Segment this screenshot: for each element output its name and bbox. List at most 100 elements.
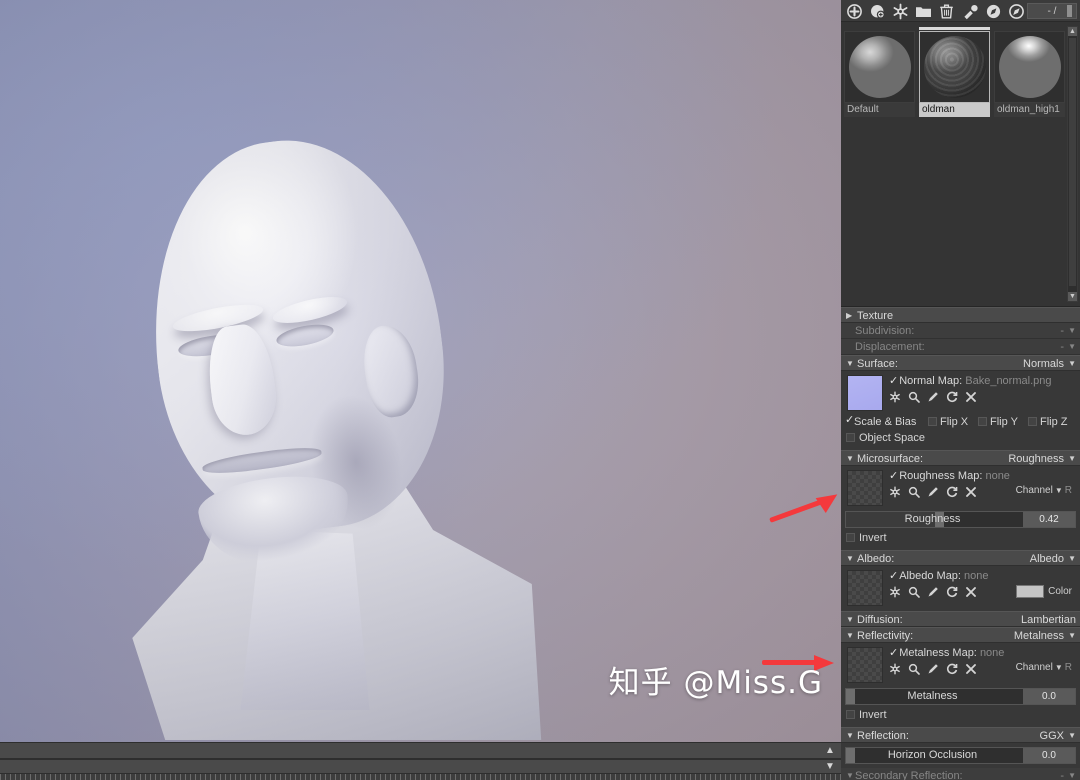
checkbox-label-scale-bias[interactable]: Scale & Bias [854, 414, 916, 430]
pencil-icon[interactable] [927, 485, 939, 497]
expand-triangle-icon[interactable]: ▶ [846, 308, 852, 324]
color-swatch[interactable] [1016, 585, 1045, 598]
section-mode[interactable]: Metalness [1014, 628, 1064, 644]
timeline-scroll-down-icon[interactable]: ▼ [823, 760, 837, 773]
pencil-icon[interactable] [927, 585, 939, 597]
timeline-ruler[interactable] [0, 774, 841, 780]
checkbox-flip-x[interactable] [928, 417, 937, 426]
level-slider-knob[interactable] [1067, 5, 1072, 17]
collapse-triangle-icon[interactable]: ▼ [846, 728, 854, 744]
clear-x-icon[interactable] [965, 485, 977, 497]
duplicate-material-icon[interactable] [869, 3, 886, 20]
settings-gear-icon[interactable] [892, 3, 909, 20]
clear-x-icon[interactable] [965, 662, 977, 674]
section-surface[interactable]: ▼ Surface: Normals ▼ [841, 355, 1080, 371]
material-card-default[interactable]: Default [844, 27, 915, 117]
checkbox-flip-z[interactable] [1028, 417, 1037, 426]
checkbox-invert-roughness[interactable] [846, 533, 855, 542]
section-texture[interactable]: ▶ Texture [841, 307, 1080, 323]
checkbox-invert-metalness[interactable] [846, 710, 855, 719]
3d-viewport[interactable]: 知乎 @Miss.G [0, 0, 841, 742]
section-mode[interactable]: Albedo [1030, 551, 1064, 567]
checkbox-label-invert[interactable]: Invert [859, 530, 887, 546]
chevron-down-icon[interactable]: ▼ [1068, 768, 1076, 780]
horizon-occlusion-slider[interactable]: Horizon Occlusion 0.0 [845, 747, 1076, 764]
pencil-icon[interactable] [927, 662, 939, 674]
slider-value[interactable]: 0.0 [1023, 748, 1075, 763]
browser-scrollbar[interactable]: ▲ ▼ [1067, 26, 1078, 302]
section-reflectivity[interactable]: ▼ Reflectivity: Metalness ▼ [841, 627, 1080, 643]
magnifier-icon[interactable] [908, 390, 920, 403]
chevron-down-icon[interactable]: ▼ [1068, 356, 1076, 372]
delete-trash-icon[interactable] [938, 3, 955, 20]
level-indicator[interactable]: - / [1027, 3, 1077, 19]
timeline-scroll-up-icon[interactable]: ▲ [823, 744, 837, 757]
section-reflection[interactable]: ▼ Reflection: GGX ▼ [841, 727, 1080, 743]
chevron-down-icon[interactable]: ▼ [1068, 551, 1076, 567]
reload-icon[interactable] [946, 662, 958, 675]
timeline-bar-primary[interactable] [0, 742, 841, 759]
head-sculpture-model[interactable] [60, 124, 580, 740]
metalness-map-thumbnail[interactable] [847, 647, 883, 683]
reload-icon[interactable] [946, 390, 958, 403]
timeline-bar-secondary[interactable] [0, 759, 841, 774]
section-albedo[interactable]: ▼ Albedo: Albedo ▼ [841, 550, 1080, 566]
collapse-triangle-icon[interactable]: ▼ [846, 451, 854, 467]
checkmark-icon[interactable]: ✓ [889, 647, 898, 659]
checkbox-label-flip-x[interactable]: Flip X [940, 414, 968, 430]
metalness-channel-selector[interactable]: Channel ▼ R [1016, 662, 1072, 673]
section-mode[interactable]: Lambertian [1021, 612, 1076, 628]
collapse-triangle-icon[interactable]: ▼ [846, 356, 854, 372]
scroll-down-icon[interactable]: ▼ [1068, 292, 1077, 301]
albedo-color-picker[interactable]: Color [1016, 585, 1072, 598]
roughness-channel-selector[interactable]: Channel ▼ R [1016, 485, 1072, 496]
chevron-down-icon[interactable]: ▼ [1055, 663, 1063, 672]
clear-x-icon[interactable] [965, 585, 977, 597]
roughness-slider[interactable]: Roughness 0.42 [845, 511, 1076, 528]
chevron-down-icon[interactable]: ▼ [1068, 628, 1076, 644]
metalness-slider[interactable]: Metalness 0.0 [845, 688, 1076, 705]
roughness-map-thumbnail[interactable] [847, 470, 883, 506]
section-displacement[interactable]: Displacement: - ▼ [841, 339, 1080, 355]
clear-x-icon[interactable] [965, 390, 977, 402]
albedo-map-thumbnail[interactable] [847, 570, 883, 606]
scroll-up-icon[interactable]: ▲ [1068, 27, 1077, 36]
slider-value[interactable]: 0.42 [1023, 512, 1075, 527]
checkbox-label-invert[interactable]: Invert [859, 707, 887, 723]
magnifier-icon[interactable] [908, 485, 920, 498]
section-secondary-reflection[interactable]: ▼ Secondary Reflection: - ▼ [841, 768, 1080, 780]
checkmark-icon[interactable]: ✓ [845, 413, 854, 426]
section-subdivision[interactable]: Subdivision: - ▼ [841, 323, 1080, 339]
gear-icon[interactable] [889, 485, 901, 498]
normal-map-thumbnail[interactable] [847, 375, 883, 411]
checkbox-flip-y[interactable] [978, 417, 987, 426]
checkbox-label-object-space[interactable]: Object Space [859, 430, 925, 446]
checkmark-icon[interactable]: ✓ [889, 470, 898, 482]
section-diffusion[interactable]: ▼ Diffusion: Lambertian [841, 611, 1080, 627]
assign-material-icon[interactable] [962, 3, 979, 20]
chevron-down-icon[interactable]: ▼ [1068, 451, 1076, 467]
checkmark-icon[interactable]: ✓ [889, 570, 898, 582]
material-card-oldman[interactable]: oldman [919, 27, 990, 117]
collapse-triangle-icon[interactable]: ▼ [846, 551, 854, 567]
section-mode[interactable]: Normals [1023, 356, 1064, 372]
pencil-icon[interactable] [927, 390, 939, 402]
reload-icon[interactable] [946, 485, 958, 498]
gear-icon[interactable] [889, 662, 901, 675]
checkbox-label-flip-z[interactable]: Flip Z [1040, 414, 1068, 430]
magnifier-icon[interactable] [908, 662, 920, 675]
slider-value[interactable]: 0.0 [1023, 689, 1075, 704]
section-microsurface[interactable]: ▼ Microsurface: Roughness ▼ [841, 450, 1080, 466]
chevron-down-icon[interactable]: ▼ [1068, 339, 1076, 355]
open-folder-icon[interactable] [915, 3, 932, 20]
chevron-down-icon[interactable]: ▼ [1055, 486, 1063, 495]
collapse-triangle-icon[interactable]: ▼ [846, 628, 854, 644]
collapse-triangle-icon[interactable]: ▼ [846, 768, 854, 780]
chevron-down-icon[interactable]: ▼ [1068, 323, 1076, 339]
reload-icon[interactable] [946, 585, 958, 598]
compass-icon[interactable] [985, 3, 1002, 20]
scrollbar-thumb[interactable] [1068, 37, 1077, 287]
section-mode[interactable]: Roughness [1008, 451, 1064, 467]
checkmark-icon[interactable]: ✓ [889, 375, 898, 387]
chevron-down-icon[interactable]: ▼ [1068, 728, 1076, 744]
